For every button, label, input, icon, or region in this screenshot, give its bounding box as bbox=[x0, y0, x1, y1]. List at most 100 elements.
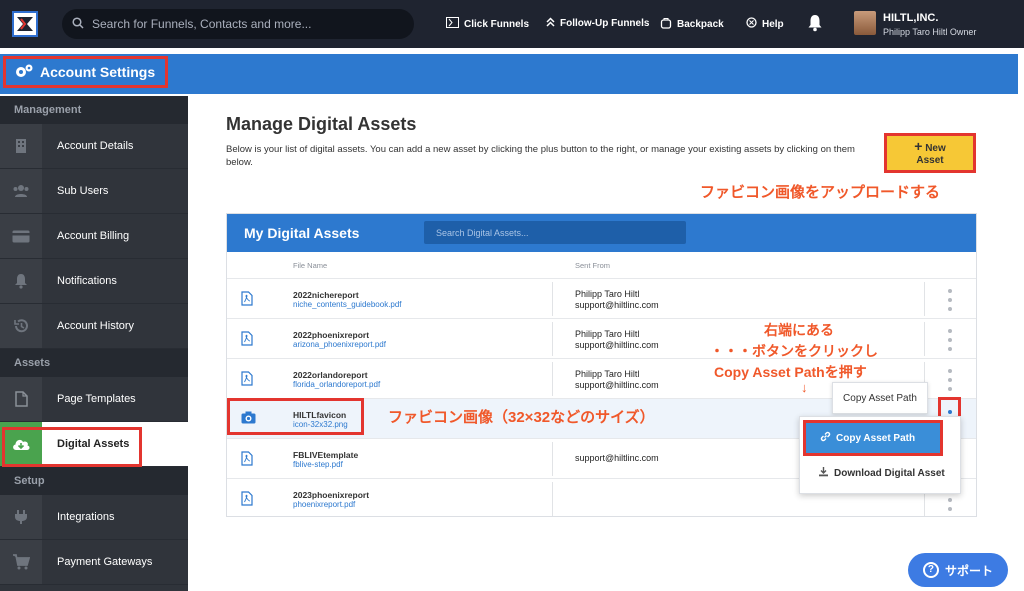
sidebar-item-label: Integrations bbox=[57, 511, 115, 523]
asset-file[interactable]: fblive-step.pdf bbox=[293, 460, 343, 469]
download-icon bbox=[818, 466, 829, 480]
asset-file[interactable]: florida_orlandoreport.pdf bbox=[293, 380, 380, 389]
asset-name: 2022nichereport bbox=[293, 290, 359, 300]
sidebar-item-label: Account Details bbox=[57, 140, 134, 152]
user-menu[interactable]: HILTL,INC. Philipp Taro Hiltl Owner bbox=[846, 8, 1024, 42]
asset-file[interactable]: arizona_phoenixreport.pdf bbox=[293, 340, 386, 349]
column-divider bbox=[552, 362, 553, 396]
sidebar-item-label: Notifications bbox=[57, 275, 117, 287]
sidebar-item-label: Payment Gateways bbox=[57, 556, 153, 568]
clickfunnels-logo[interactable] bbox=[12, 11, 38, 37]
asset-search-input[interactable] bbox=[424, 221, 686, 244]
sender-email: support@hiltlinc.com bbox=[575, 300, 659, 310]
sidebar-item-sub-users[interactable]: Sub Users bbox=[0, 169, 188, 214]
nav-help[interactable]: Help bbox=[746, 17, 784, 31]
asset-file[interactable]: phoenixreport.pdf bbox=[293, 500, 355, 509]
clickfunnels-icon bbox=[446, 17, 459, 31]
sidebar-item-label: Account Billing bbox=[57, 230, 130, 242]
avatar bbox=[854, 11, 876, 35]
copy-asset-path-button[interactable]: Copy Asset Path bbox=[803, 420, 943, 456]
asset-name: 2023phoenixreport bbox=[293, 490, 370, 500]
annotation-instruction-line3: Copy Asset Pathを押す bbox=[714, 364, 867, 380]
global-search[interactable] bbox=[62, 9, 414, 39]
download-digital-asset-button[interactable]: Download Digital Asset bbox=[818, 466, 945, 480]
asset-file[interactable]: icon-32x32.png bbox=[293, 420, 348, 429]
column-divider bbox=[552, 282, 553, 316]
support-button[interactable]: ? サポート bbox=[908, 553, 1008, 587]
sidebar-item-label: Sub Users bbox=[57, 185, 109, 197]
sidebar-section-management: Management bbox=[0, 96, 188, 124]
panel-title: My Digital Assets bbox=[244, 225, 360, 241]
sidebar-item-label: Digital Assets bbox=[57, 438, 130, 450]
user-company: HILTL,INC. bbox=[883, 12, 939, 24]
more-options-icon bbox=[947, 409, 952, 414]
asset-name: 2022phoenixreport bbox=[293, 330, 370, 340]
column-divider bbox=[924, 282, 925, 316]
top-navigation-bar: Click Funnels Follow-Up Funnels Backpack… bbox=[0, 0, 1024, 48]
question-icon: ? bbox=[922, 562, 939, 578]
search-icon bbox=[72, 16, 84, 32]
panel-header: My Digital Assets bbox=[227, 214, 976, 252]
notifications-bell-icon[interactable] bbox=[807, 14, 823, 35]
sidebar-item-notifications[interactable]: Notifications bbox=[0, 259, 188, 304]
search-input[interactable] bbox=[92, 17, 392, 31]
asset-sender: Philipp Taro Hiltl support@hiltlinc.com bbox=[575, 289, 659, 311]
bell-icon bbox=[0, 259, 42, 303]
asset-options-menu: Copy Asset Path Download Digital Asset bbox=[799, 416, 961, 494]
file-icon bbox=[0, 377, 42, 421]
sidebar-item-integrations[interactable]: Integrations bbox=[0, 495, 188, 540]
column-divider bbox=[924, 322, 925, 356]
asset-name: 2022orlandoreport bbox=[293, 370, 368, 380]
column-header-file-name: File Name bbox=[293, 261, 328, 270]
more-options-icon[interactable] bbox=[946, 289, 954, 311]
asset-file[interactable]: niche_contents_guidebook.pdf bbox=[293, 300, 402, 309]
annotation-arrow: ↓ bbox=[801, 380, 808, 395]
page-description: Below is your list of digital assets. Yo… bbox=[226, 144, 855, 168]
column-divider bbox=[552, 322, 553, 356]
sidebar: Management Account Details Sub Users Acc… bbox=[0, 96, 188, 591]
sidebar-item-page-templates[interactable]: Page Templates bbox=[0, 377, 188, 422]
asset-sender: support@hiltlinc.com bbox=[575, 453, 659, 464]
sidebar-item-label: Page Templates bbox=[57, 393, 136, 405]
credit-card-icon bbox=[0, 214, 42, 258]
sidebar-item-digital-assets[interactable]: Digital Assets bbox=[0, 422, 188, 467]
plug-icon bbox=[0, 495, 42, 539]
sidebar-item-account-billing[interactable]: Account Billing bbox=[0, 214, 188, 259]
nav-help-label: Help bbox=[762, 18, 784, 30]
copy-asset-path-tooltip: Copy Asset Path bbox=[832, 382, 928, 414]
nav-follow-up-funnels[interactable]: Follow-Up Funnels bbox=[546, 17, 649, 30]
new-asset-label-line1: New bbox=[925, 142, 946, 154]
column-divider bbox=[552, 442, 553, 476]
sidebar-section-assets: Assets bbox=[0, 349, 188, 377]
new-asset-button[interactable]: + New Asset bbox=[884, 133, 976, 173]
column-header-sent-from: Sent From bbox=[575, 261, 611, 270]
sidebar-item-account-history[interactable]: Account History bbox=[0, 304, 188, 349]
gears-icon bbox=[14, 63, 34, 82]
cart-icon bbox=[0, 540, 42, 584]
backpack-icon bbox=[660, 17, 672, 32]
sidebar-item-label: Account History bbox=[57, 320, 135, 332]
sidebar-item-payment-gateways[interactable]: Payment Gateways bbox=[0, 540, 188, 585]
column-divider bbox=[552, 482, 553, 516]
pdf-file-icon bbox=[241, 371, 253, 389]
sender-name: Philipp Taro Hiltl bbox=[575, 369, 640, 379]
asset-sender: Philipp Taro Hiltl support@hiltlinc.com bbox=[575, 329, 659, 351]
more-options-icon[interactable] bbox=[946, 369, 954, 391]
nav-click-funnels[interactable]: Click Funnels bbox=[446, 17, 529, 31]
pdf-file-icon bbox=[241, 331, 253, 349]
annotation-upload: ファビコン画像をアップロードする bbox=[700, 184, 941, 201]
new-asset-label-line2: Asset bbox=[916, 154, 944, 166]
table-row[interactable]: 2022nichereport niche_contents_guidebook… bbox=[227, 278, 976, 318]
nav-backpack[interactable]: Backpack bbox=[660, 17, 724, 32]
page-heading: Manage Digital Assets bbox=[226, 114, 417, 134]
support-label: サポート bbox=[944, 563, 993, 578]
sender-email: support@hiltlinc.com bbox=[575, 380, 659, 390]
more-options-icon[interactable] bbox=[946, 329, 954, 351]
sidebar-item-account-details[interactable]: Account Details bbox=[0, 124, 188, 169]
users-icon bbox=[0, 169, 42, 213]
account-settings-title: Account Settings bbox=[3, 56, 169, 88]
download-digital-asset-label: Download Digital Asset bbox=[834, 467, 945, 479]
nav-backpack-label: Backpack bbox=[677, 19, 724, 30]
sidebar-section-setup: Setup bbox=[0, 467, 188, 495]
help-icon bbox=[746, 17, 757, 31]
